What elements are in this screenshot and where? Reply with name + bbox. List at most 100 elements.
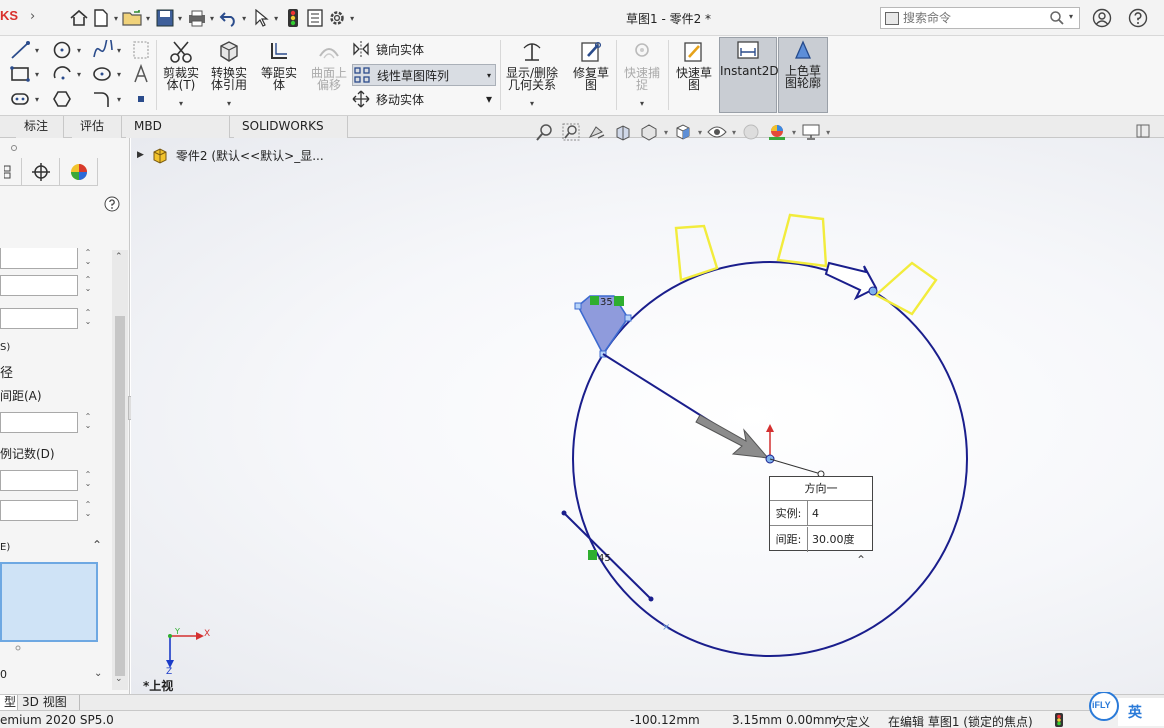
spin-arrows-icon[interactable]: ⌃ ⌄ (83, 500, 93, 520)
feature-tree-flyout[interactable]: ▶ 零件2 (默认<<默认>_显... (137, 146, 324, 164)
quick-snaps-button[interactable]: 快速捕 捉 ▾ (619, 40, 665, 112)
circle-tool[interactable]: ▾ (52, 40, 81, 60)
sketch-point[interactable] (561, 510, 567, 516)
apply-scene-icon[interactable] (766, 122, 788, 142)
spin-arrows-icon[interactable]: ⌃ ⌄ (83, 412, 93, 432)
chevron-down-icon[interactable]: ▾ (35, 70, 39, 79)
search-command-box[interactable]: ▾ (880, 7, 1080, 29)
chevron-down-icon[interactable]: ▾ (35, 46, 39, 55)
spacing-field[interactable] (0, 412, 78, 433)
rebuild-traffic-light-icon[interactable] (282, 7, 304, 29)
previous-view-icon[interactable] (586, 122, 608, 142)
rebuild-traffic-light-icon[interactable] (1054, 713, 1064, 727)
text-tool[interactable] (132, 64, 150, 84)
panel-splitter-dot-icon[interactable] (10, 144, 18, 152)
pattern-dimension-popup[interactable]: 方向一 实例: 4 间距: 30.00度 (769, 476, 873, 552)
entities-to-pattern-list[interactable] (0, 562, 98, 642)
chevron-down-icon[interactable]: ▾ (664, 128, 668, 137)
chevron-down-icon[interactable]: ▾ (117, 95, 121, 104)
spin-arrows-icon[interactable]: ⌃ ⌄ (83, 248, 93, 268)
display-delete-relations-button[interactable]: 显示/删除 几何关系 ▾ (503, 40, 561, 112)
chevron-down-icon[interactable]: ▾ (35, 95, 39, 104)
repair-sketch-button[interactable]: 修复草 图 (568, 40, 614, 112)
help-icon[interactable] (1128, 8, 1148, 31)
move-entities-button[interactable]: 移动实体 ▾ (352, 88, 496, 110)
trim-entities-button[interactable]: 剪裁实 体(T) ▾ (158, 40, 204, 112)
chevron-down-icon[interactable]: ▾ (77, 46, 81, 55)
popup-collapse-icon[interactable]: ⌃ (856, 553, 866, 567)
sketch-picture-tool[interactable] (132, 40, 150, 60)
offset-on-surface-button[interactable]: 曲面上 偏移 (306, 40, 352, 112)
sketch-point[interactable] (624, 314, 632, 322)
new-document-icon[interactable] (90, 7, 112, 29)
chevron-down-icon[interactable]: ▾ (178, 14, 182, 23)
section-view-icon[interactable] (612, 122, 634, 142)
tab-mbd-dimensions[interactable]: MBD Dimensions (126, 116, 230, 154)
scroll-down-icon[interactable]: ⌄ (115, 674, 123, 684)
home-icon[interactable] (68, 7, 90, 29)
zoom-to-area-icon[interactable] (560, 122, 582, 142)
relation-symbol[interactable] (614, 296, 624, 306)
dimxpert-tab[interactable] (22, 158, 60, 186)
tab-3d-views[interactable]: 3D 视图 (18, 695, 80, 711)
print-icon[interactable] (186, 7, 208, 29)
instances-value[interactable]: 4 (812, 501, 819, 526)
chevron-down-icon[interactable]: ▾ (242, 14, 246, 23)
graphics-area[interactable]: 35 45 × X Z Y (131, 138, 1164, 694)
feature-manager-tab[interactable] (0, 158, 22, 186)
rectangle-tool[interactable]: ▾ (10, 64, 39, 84)
scrollbar-thumb[interactable] (115, 316, 125, 676)
spin-arrows-icon[interactable]: ⌃ ⌄ (83, 470, 93, 490)
slot-tool[interactable]: ▾ (10, 90, 39, 108)
spline-tool[interactable]: ▾ (92, 40, 121, 60)
chevron-down-icon[interactable]: ▾ (487, 71, 491, 80)
chevron-down-icon[interactable]: ▾ (274, 14, 278, 23)
panel-scrollbar[interactable]: ⌃ ⌄ (112, 250, 128, 690)
rapid-sketch-button[interactable]: 快速草 图 (671, 40, 717, 112)
pattern-direction-arrow[interactable] (695, 414, 770, 459)
ime-language-label[interactable]: 英 (1128, 702, 1142, 722)
relation-symbol[interactable] (590, 296, 599, 305)
chevron-down-icon[interactable]: ▾ (210, 14, 214, 23)
view-settings-monitor-icon[interactable] (800, 122, 822, 142)
view-orientation-icon[interactable] (672, 122, 694, 142)
edit-appearance-icon[interactable] (740, 122, 762, 142)
zoom-to-fit-icon[interactable] (534, 122, 556, 142)
chevron-down-icon[interactable]: ▾ (619, 98, 665, 110)
user-account-icon[interactable] (1092, 8, 1112, 31)
shaded-sketch-contours-button[interactable]: 上色草 图轮廓 (778, 37, 828, 113)
chevron-down-icon[interactable]: ▾ (77, 70, 81, 79)
chevron-down-icon[interactable]: ▾ (732, 128, 736, 137)
sketch-point[interactable] (574, 302, 582, 310)
undo-icon[interactable] (218, 7, 240, 29)
ellipse-tool[interactable]: ▾ (92, 64, 121, 84)
tab-markup[interactable]: 标注 (16, 116, 64, 138)
tab-model[interactable]: 型 (0, 695, 18, 711)
linear-sketch-pattern-button[interactable]: 线性草图阵列 ▾ (352, 64, 496, 86)
select-pointer-icon[interactable] (250, 7, 272, 29)
sketch-point[interactable] (868, 286, 878, 296)
chevron-down-icon[interactable]: ▾ (350, 14, 354, 23)
instances-field[interactable] (0, 470, 78, 491)
dynamic-annotation-icon[interactable] (638, 122, 660, 142)
search-scope-icon[interactable] (885, 12, 899, 25)
polygon-tool[interactable] (52, 90, 72, 108)
sketch-point[interactable] (648, 596, 654, 602)
ime-toolbar[interactable]: iFLY 英 (1088, 691, 1164, 728)
expand-arrow-icon[interactable]: ▶ (137, 150, 144, 160)
chevron-down-icon[interactable]: ▾ (826, 128, 830, 137)
task-pane-collapse-icon[interactable] (1136, 124, 1150, 141)
chevron-down-icon[interactable]: ▾ (486, 92, 492, 106)
chevron-down-icon[interactable]: ▾ (117, 70, 121, 79)
relation-symbol[interactable] (588, 550, 597, 560)
save-icon[interactable] (154, 7, 176, 29)
line-tool[interactable]: ▾ (10, 40, 39, 60)
mirror-entities-button[interactable]: 镜向实体 (352, 38, 424, 60)
display-manager-tab[interactable] (60, 158, 98, 186)
fillet-tool[interactable]: ▾ (92, 90, 121, 108)
angle-field[interactable] (0, 500, 78, 521)
scroll-up-icon[interactable]: ⌃ (115, 252, 123, 262)
chevron-down-icon[interactable]: ▾ (503, 98, 561, 110)
direction-reverse-arrow[interactable] (824, 261, 878, 301)
chevron-down-icon[interactable]: ▾ (117, 46, 121, 55)
